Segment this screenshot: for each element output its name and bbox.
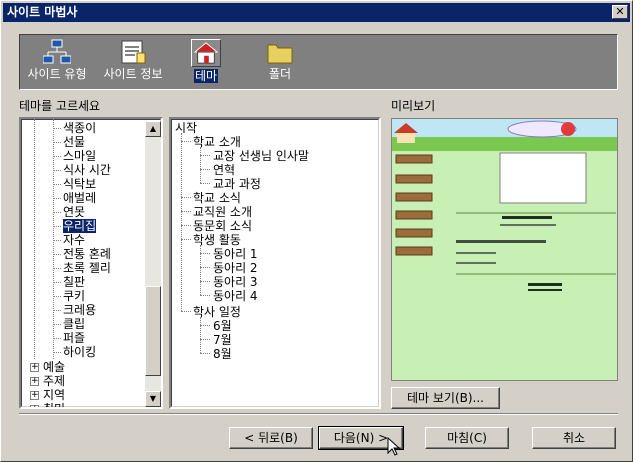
window-title: 사이트 마법사 xyxy=(7,5,78,19)
title-bar: 사이트 마법사 ✕ xyxy=(3,3,630,22)
step-folder-label: 폴더 xyxy=(268,67,292,81)
tree-leaf[interactable]: 6월 xyxy=(213,319,232,333)
step-site-info[interactable]: 사이트 정보 xyxy=(98,39,168,87)
wizard-window: 사이트 마법사 ✕ 사이트 유형 사이트 정보 테마 폴더 테마를 고르세요 미… xyxy=(0,0,633,462)
footer-separator xyxy=(19,413,618,415)
step-site-type[interactable]: 사이트 유형 xyxy=(22,39,92,87)
mouse-cursor-icon xyxy=(387,437,401,456)
theme-item[interactable]: 퍼즐 xyxy=(63,331,85,345)
site-structure-tree[interactable]: 시작 학교 소개 교장 선생님 인사말 연혁 교과 과정 학교 소식 교직원 소… xyxy=(169,117,381,409)
theme-item[interactable]: 식사 시간 xyxy=(63,163,111,177)
tree-leaf[interactable]: 8월 xyxy=(213,347,232,361)
theme-list-scrollbar[interactable]: ▲ ▼ xyxy=(145,121,161,407)
home-icon xyxy=(193,42,219,64)
theme-item[interactable]: 스마일 xyxy=(63,149,96,163)
theme-tree[interactable]: 색종이 선물 스마일 식사 시간 식탁보 애벌레 연못 우리집 자수 전통 혼례… xyxy=(19,117,163,409)
tree-node[interactable]: 교직원 소개 xyxy=(193,205,252,219)
scroll-down-button[interactable]: ▼ xyxy=(145,391,161,407)
theme-list-label: 테마를 고르세요 xyxy=(19,99,101,113)
tree-leaf[interactable]: 동아리 3 xyxy=(213,275,258,289)
preview-label: 미리보기 xyxy=(391,99,436,113)
folder-icon xyxy=(267,44,293,64)
theme-item[interactable]: 전통 혼례 xyxy=(63,247,111,261)
scroll-thumb[interactable] xyxy=(145,286,161,376)
step-folder[interactable]: 폴더 xyxy=(258,39,302,87)
back-button[interactable]: < 뒤로(B) xyxy=(229,427,313,449)
tree-leaf[interactable]: 7월 xyxy=(213,333,232,347)
category-item[interactable]: 주제 xyxy=(43,374,65,388)
theme-item[interactable]: 칠판 xyxy=(63,275,85,289)
expand-icon[interactable]: + xyxy=(30,363,39,372)
step-theme-label: 테마 xyxy=(193,69,219,83)
tree-leaf[interactable]: 동아리 1 xyxy=(213,247,258,261)
theme-item-selected[interactable]: 우리집 xyxy=(61,218,98,234)
step-site-type-label: 사이트 유형 xyxy=(27,67,87,81)
tree-leaf[interactable]: 동아리 4 xyxy=(213,289,258,303)
close-button[interactable]: ✕ xyxy=(612,5,628,19)
tree-leaf[interactable]: 동아리 2 xyxy=(213,261,258,275)
theme-item[interactable]: 크레용 xyxy=(63,303,96,317)
theme-item[interactable]: 쿠키 xyxy=(63,289,85,303)
theme-item[interactable]: 클립 xyxy=(63,317,85,331)
category-item[interactable]: 예술 xyxy=(43,360,65,374)
scroll-up-button[interactable]: ▲ xyxy=(145,121,161,137)
theme-item[interactable]: 식탁보 xyxy=(63,177,96,191)
theme-item[interactable]: 색종이 xyxy=(63,121,96,135)
expand-icon[interactable]: + xyxy=(30,377,39,386)
theme-item[interactable]: 초록 젤리 xyxy=(63,261,111,275)
expand-icon[interactable]: + xyxy=(30,391,39,400)
step-site-info-label: 사이트 정보 xyxy=(103,67,163,81)
finish-button[interactable]: 마침(C) xyxy=(425,427,509,449)
wizard-step-toolbar: 사이트 유형 사이트 정보 테마 폴더 xyxy=(19,34,618,90)
view-theme-button[interactable]: 테마 보기(B)... xyxy=(391,387,500,409)
category-item[interactable]: 지역 xyxy=(43,388,65,402)
theme-item[interactable]: 애벌레 xyxy=(63,191,96,205)
tree-node[interactable]: 동문회 소식 xyxy=(193,219,252,233)
tree-root[interactable]: 시작 xyxy=(175,121,197,135)
document-icon xyxy=(121,40,146,64)
cancel-button[interactable]: 취소 xyxy=(532,427,616,449)
theme-item[interactable]: 연못 xyxy=(63,205,85,219)
theme-item[interactable]: 자수 xyxy=(63,233,85,247)
theme-item[interactable]: 선물 xyxy=(63,135,85,149)
network-icon xyxy=(43,39,71,64)
tree-leaf[interactable]: 연혁 xyxy=(213,163,235,177)
expand-icon[interactable]: + xyxy=(30,405,39,407)
tree-node[interactable]: 학교 소식 xyxy=(193,191,241,205)
tree-leaf[interactable]: 교장 선생님 인사말 xyxy=(213,149,309,163)
theme-item[interactable]: 하이킹 xyxy=(63,345,96,359)
theme-preview-image xyxy=(392,119,617,380)
theme-preview xyxy=(391,118,618,381)
tree-leaf[interactable]: 교과 과정 xyxy=(213,177,261,191)
step-theme[interactable]: 테마 xyxy=(186,39,226,87)
category-item[interactable]: 취미 xyxy=(43,402,65,407)
